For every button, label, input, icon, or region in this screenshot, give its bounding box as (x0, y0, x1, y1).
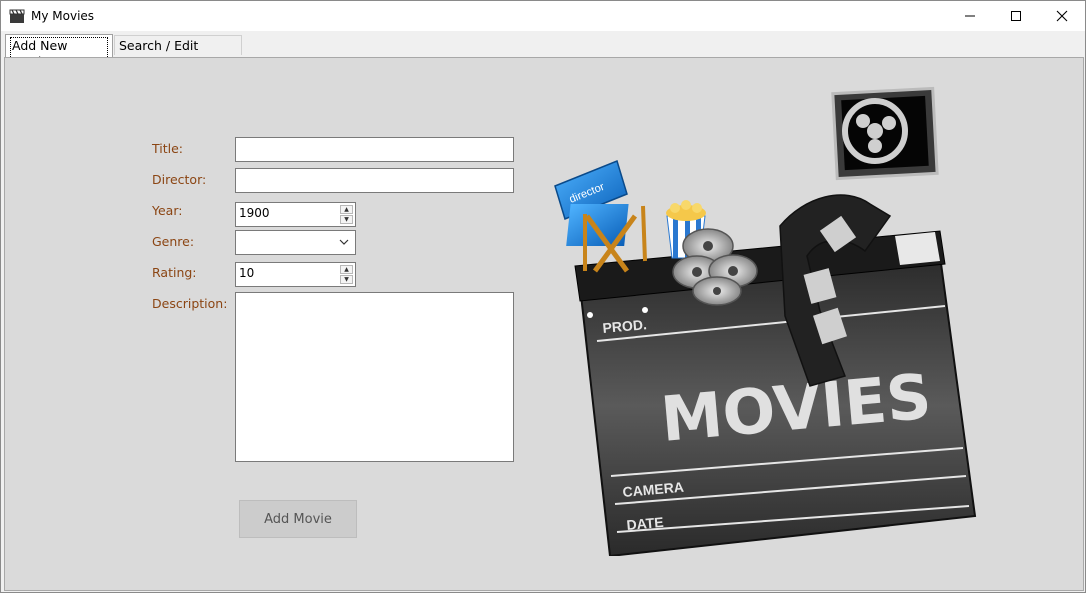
director-label: Director: (152, 172, 207, 187)
arrow-up-icon: ▲ (344, 205, 349, 213)
tab-search-edit-movie[interactable]: Search / Edit Movie (114, 35, 242, 73)
director-chair-icon: director (554, 159, 647, 273)
year-stepper[interactable]: 1900 ▲ ▼ (235, 202, 356, 227)
close-icon (1056, 10, 1068, 22)
genre-dropdown[interactable] (235, 230, 356, 255)
rating-value: 10 (239, 266, 255, 280)
genre-label: Genre: (152, 234, 195, 249)
add-movie-button[interactable]: Add Movie (239, 500, 357, 538)
arrow-down-icon: ▼ (344, 215, 349, 223)
main-window: My Movies Add New Movie Search / Edit Mo… (0, 0, 1086, 593)
minimize-button[interactable] (947, 1, 993, 31)
rating-decrement-button[interactable]: ▼ (340, 275, 353, 284)
add-movie-panel: Title: Director: Year: 1900 ▲ ▼ Genre: R… (4, 57, 1084, 591)
year-label: Year: (152, 203, 183, 218)
board-date-text: DATE (626, 514, 664, 533)
maximize-button[interactable] (993, 1, 1039, 31)
arrow-down-icon: ▼ (344, 275, 349, 283)
chevron-down-icon (339, 239, 349, 245)
director-input[interactable] (235, 168, 514, 193)
tab-add-new-movie[interactable]: Add New Movie (5, 34, 113, 71)
title-input[interactable] (235, 137, 514, 162)
description-label: Description: (152, 296, 228, 311)
close-button[interactable] (1039, 1, 1085, 31)
tab-strip: Add New Movie Search / Edit Movie (1, 32, 1085, 73)
year-increment-button[interactable]: ▲ (340, 205, 353, 214)
movies-clapperboard-illustration: PROD. MOVIES CAMERA DATE director (554, 86, 977, 556)
clapperboard-icon (9, 9, 25, 23)
minimize-icon (965, 15, 975, 17)
rating-label: Rating: (152, 265, 197, 280)
year-value: 1900 (239, 206, 270, 220)
projector-icon (831, 86, 939, 181)
title-label: Title: (152, 141, 183, 156)
description-textarea[interactable] (235, 292, 514, 462)
year-decrement-button[interactable]: ▼ (340, 215, 353, 224)
maximize-icon (1011, 11, 1021, 21)
arrow-up-icon: ▲ (344, 265, 349, 273)
rating-stepper[interactable]: 10 ▲ ▼ (235, 262, 356, 287)
title-bar: My Movies (1, 1, 1085, 31)
rating-increment-button[interactable]: ▲ (340, 265, 353, 274)
window-title: My Movies (31, 9, 95, 23)
